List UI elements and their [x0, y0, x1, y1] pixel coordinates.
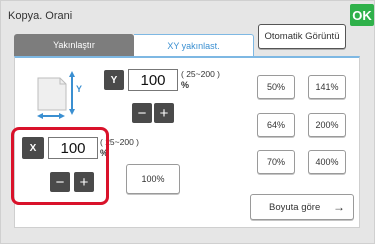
y-plus-button[interactable]: +	[154, 103, 174, 123]
y-axis-badge: Y	[104, 70, 124, 90]
reset-100-button[interactable]: 100%	[126, 164, 180, 194]
right-arrow-icon: →	[333, 200, 345, 214]
ok-button[interactable]: OK	[350, 4, 374, 26]
y-unit-label: %	[181, 80, 190, 90]
fit-to-size-label: Boyuta göre	[269, 201, 321, 213]
x-controls-highlight	[11, 127, 109, 205]
dialog-title: Kopya. Orani	[8, 10, 73, 22]
auto-view-button[interactable]: Otomatik Görüntü	[258, 24, 346, 49]
y-minus-button[interactable]: −	[132, 103, 152, 123]
y-value-field[interactable]: 100	[128, 69, 178, 91]
preset-70-button[interactable]: 70%	[257, 150, 295, 174]
fit-to-size-button[interactable]: Boyuta göre →	[250, 194, 354, 220]
preset-50-button[interactable]: 50%	[257, 75, 295, 99]
y-range-label: ( 25~200 )	[181, 69, 220, 79]
page-size-icon: Y	[36, 68, 82, 120]
preset-400-button[interactable]: 400%	[308, 150, 346, 174]
preset-64-button[interactable]: 64%	[257, 113, 295, 137]
tab-xy-zoom[interactable]: XY yakınlast.	[134, 34, 254, 56]
preset-141-button[interactable]: 141%	[308, 75, 346, 99]
tab-zoom[interactable]: Yakınlaştır	[14, 34, 134, 56]
preset-200-button[interactable]: 200%	[308, 113, 346, 137]
svg-text:Y: Y	[76, 84, 82, 94]
